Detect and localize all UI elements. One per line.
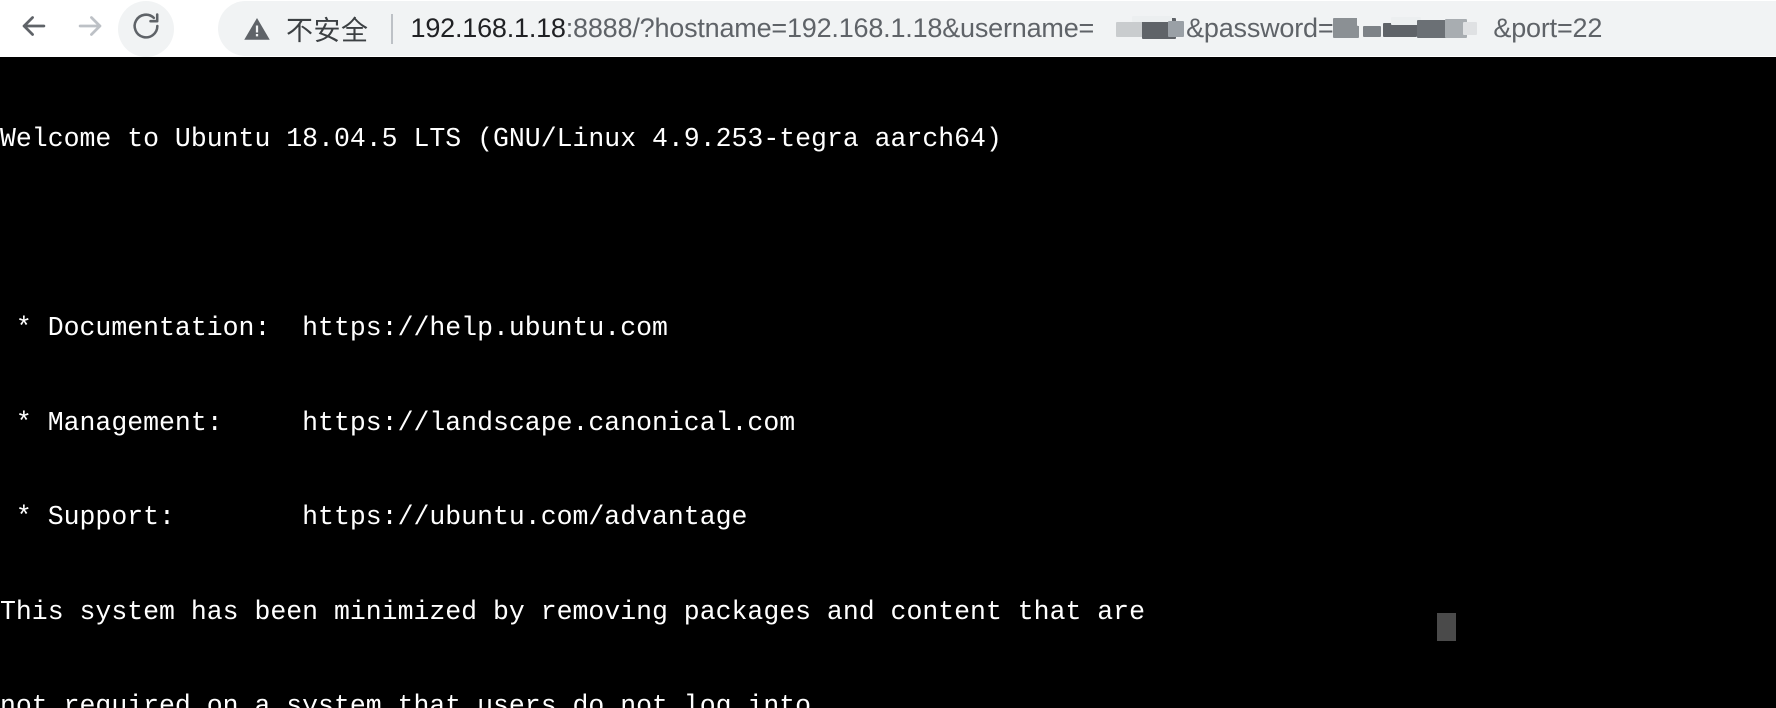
forward-button[interactable] <box>62 1 118 57</box>
url-password-key: &password= <box>1186 13 1334 43</box>
username-redaction <box>1094 14 1186 44</box>
back-button[interactable] <box>6 1 62 57</box>
url-port: :8888 <box>565 13 633 43</box>
back-arrow-icon <box>17 9 51 48</box>
terminal-line: Welcome to Ubuntu 18.04.5 LTS (GNU/Linux… <box>0 124 1002 154</box>
terminal-cursor <box>1437 613 1456 641</box>
terminal-line: not required on a system that users do n… <box>0 691 827 708</box>
url-query-prefix: /?hostname=192.168.1.18&username= <box>632 13 1095 43</box>
terminal-lines: Welcome to Ubuntu 18.04.5 LTS (GNU/Linux… <box>0 61 1776 708</box>
reload-icon <box>130 10 162 47</box>
terminal-line: * Support: https://ubuntu.com/advantage <box>0 502 748 532</box>
reload-button[interactable] <box>118 0 174 57</box>
url-port-suffix: &port=22 <box>1493 13 1603 43</box>
omnibox-divider <box>390 13 393 44</box>
url-host: 192.168.1.18 <box>410 13 566 43</box>
warning-triangle-icon <box>242 14 272 44</box>
terminal-line: * Management: https://landscape.canonica… <box>0 407 796 438</box>
security-status-label: 不安全 <box>286 16 369 46</box>
terminal-output-area[interactable]: Welcome to Ubuntu 18.04.5 LTS (GNU/Linux… <box>0 57 1776 708</box>
url-text: 192.168.1.18:8888/?hostname=192.168.1.18… <box>411 13 1603 44</box>
terminal-line: This system has been minimized by removi… <box>0 596 1145 627</box>
terminal-line: * Documentation: https://help.ubuntu.com <box>0 313 668 343</box>
address-bar[interactable]: 不安全 192.168.1.18:8888/?hostname=192.168.… <box>218 1 1776 56</box>
forward-arrow-icon <box>73 9 107 48</box>
password-redaction <box>1333 14 1493 44</box>
